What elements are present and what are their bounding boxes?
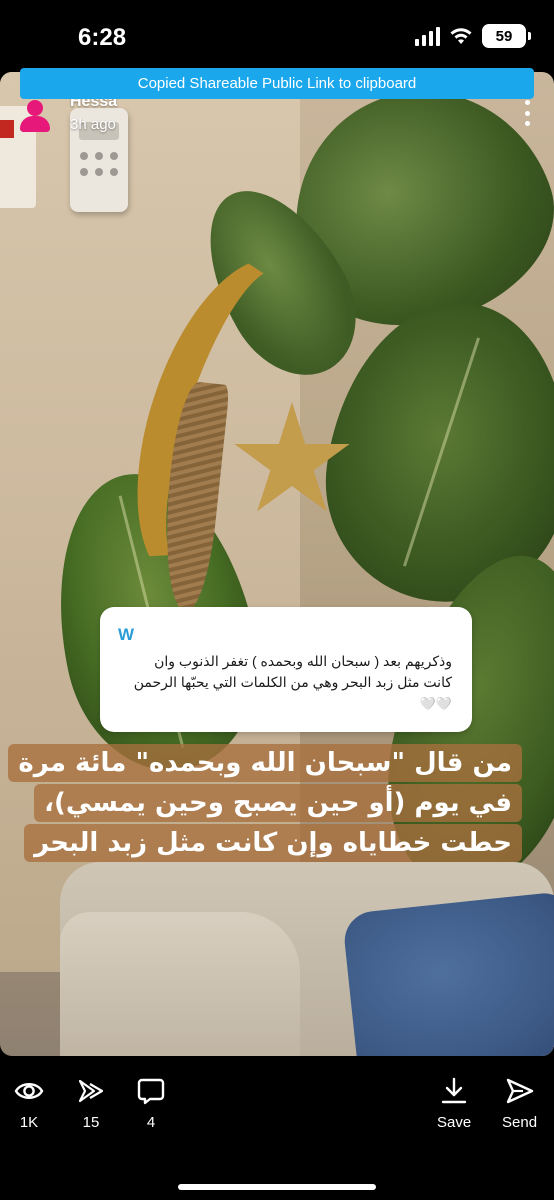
caption-line: من قال "سبحان الله وبحمده" مائة مرة <box>8 744 522 782</box>
story-time: 3h ago <box>70 116 116 133</box>
story-media[interactable] <box>0 72 554 1056</box>
battery-level: 59 <box>495 27 513 45</box>
download-icon <box>441 1077 467 1104</box>
replies-count: 4 <box>146 1114 156 1131</box>
eye-icon <box>14 1083 44 1099</box>
replays-count: 15 <box>82 1114 100 1131</box>
battery-icon: 59 <box>482 24 531 48</box>
sofa-cushion <box>60 912 300 1056</box>
avatar[interactable] <box>18 98 52 132</box>
status-bar: 6:28 59 <box>0 0 554 72</box>
views-button[interactable]: 1K <box>14 1076 44 1131</box>
replies-button[interactable]: 4 <box>136 1076 166 1131</box>
quote-author-initial: W <box>118 625 135 644</box>
outlet-switch <box>0 120 14 138</box>
send-label: Send <box>502 1114 538 1131</box>
blue-pillow <box>341 890 554 1056</box>
home-indicator[interactable] <box>178 1184 376 1190</box>
chat-bubble-icon <box>137 1078 165 1105</box>
quote-card[interactable]: W وذكريهم بعد ( سبحان الله وبحمده ) تغفر… <box>100 607 472 732</box>
caption-line: حطت خطاياه وإن كانت مثل زبد البحر <box>24 824 522 862</box>
save-label: Save <box>437 1114 472 1131</box>
save-button[interactable]: Save <box>437 1076 471 1131</box>
status-time: 6:28 <box>78 24 127 51</box>
more-options-icon[interactable] <box>520 100 534 126</box>
bottom-action-bar: 1K 15 4 Save Send <box>0 1056 554 1200</box>
hearts-emoji: 🤍🤍 <box>419 696 452 711</box>
quote-text: وذكريهم بعد ( سبحان الله وبحمده ) تغفر ا… <box>122 651 452 714</box>
copied-link-toast: Copied Shareable Public Link to clipboar… <box>20 68 534 99</box>
replay-icon <box>78 1079 104 1103</box>
send-button[interactable]: Send <box>502 1076 537 1131</box>
status-icons: 59 <box>415 24 531 48</box>
story-caption: من قال "سبحان الله وبحمده" مائة مرة في ي… <box>8 744 522 862</box>
caption-line: في يوم (أو حين يصبح وحين يمسي)، <box>34 784 522 822</box>
send-icon <box>506 1078 533 1104</box>
views-count: 1K <box>19 1114 39 1131</box>
wifi-icon <box>450 28 472 44</box>
replays-button[interactable]: 15 <box>76 1076 106 1131</box>
cellular-signal-icon <box>415 26 440 46</box>
